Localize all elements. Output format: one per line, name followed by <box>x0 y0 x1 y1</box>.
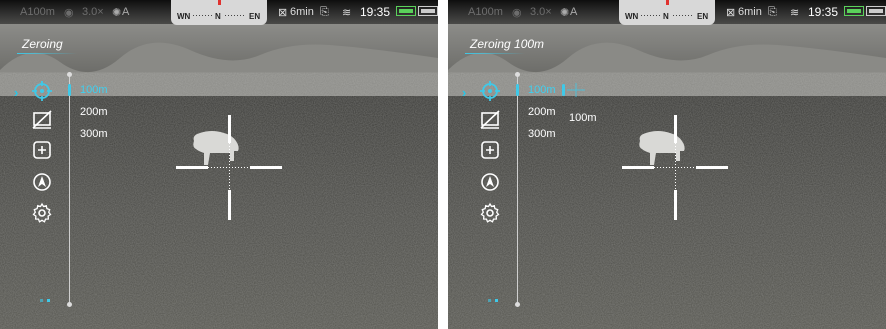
selected-distance-bar <box>68 84 71 96</box>
menu-selection-arrow: › <box>14 85 19 100</box>
gear-icon[interactable] <box>30 201 54 225</box>
selected-distance-bar <box>516 84 519 96</box>
reticle-top-bar <box>228 115 231 143</box>
wild-boar-target <box>639 131 685 165</box>
mode-indicator: A <box>570 6 578 18</box>
target-crosshair-icon[interactable] <box>478 79 502 103</box>
distance-option-100m[interactable]: 100m <box>80 84 108 96</box>
mini-crosshair-icon <box>567 83 585 97</box>
add-icon[interactable] <box>478 138 502 162</box>
scale-top-dot <box>515 72 520 77</box>
distance-scale-line <box>69 74 70 304</box>
distance-option-200m[interactable]: 200m <box>80 106 108 118</box>
reticle-center-v <box>229 143 230 190</box>
record-time: 6min <box>738 6 762 18</box>
compass-left: WN <box>625 12 639 21</box>
wifi-icon: ≋ <box>342 7 352 19</box>
page-title: Zeroing 100m <box>470 37 545 51</box>
reticle-left-bar <box>176 166 208 169</box>
compass-marker <box>666 0 669 5</box>
reticle-bottom-bar <box>674 190 677 220</box>
compass-right: EN <box>697 12 709 21</box>
clock: 19:35 <box>360 5 391 19</box>
distance-scale-line <box>517 74 518 304</box>
reticle-bottom-bar <box>228 190 231 220</box>
wild-boar-target <box>193 131 239 165</box>
zoom-level: 3.0× <box>530 6 552 18</box>
mode-indicator: A <box>122 6 130 18</box>
wifi-icon: ≋ <box>790 7 800 19</box>
scale-bottom-dot <box>515 302 520 307</box>
distance-option-300m[interactable]: 300m <box>528 128 556 140</box>
reticle-center-v <box>675 143 676 190</box>
compass-marker <box>218 0 221 5</box>
compass-center: N <box>663 12 669 21</box>
distance-option-200m[interactable]: 200m <box>528 106 556 118</box>
page-title: Zeroing <box>22 37 63 51</box>
menu-selection-arrow: › <box>462 85 467 100</box>
reticle-right-bar <box>696 166 728 169</box>
navigation-icon[interactable] <box>478 170 502 194</box>
storage-icon: ⎘ <box>768 6 777 18</box>
battery-icon <box>844 6 864 16</box>
brightness-icon: ✺ <box>112 7 122 19</box>
display-off-icon[interactable] <box>478 108 502 132</box>
distance-option-100m[interactable]: 100m <box>528 84 556 96</box>
compass-right: EN <box>249 12 261 21</box>
compass-left: WN <box>177 12 191 21</box>
compass: WN N EN <box>171 0 267 25</box>
reticle-right-bar <box>250 166 282 169</box>
status-bar: A100m ◉ 3.0× ✺ A WN N EN ⊠ 6min ⎘ ≋ 19:3… <box>448 0 886 25</box>
reticle-left-bar <box>622 166 654 169</box>
page-indicator-dot <box>488 299 491 302</box>
submenu-selected-bar <box>562 84 565 96</box>
battery-icon <box>396 6 416 16</box>
page-indicator-dot-active <box>495 299 498 302</box>
record-time: 6min <box>290 6 314 18</box>
distance-option-300m[interactable]: 300m <box>80 128 108 140</box>
record-icon: ⊠ <box>726 7 736 19</box>
gear-icon[interactable] <box>478 201 502 225</box>
zoom-level: 3.0× <box>82 6 104 18</box>
external-battery-icon <box>418 6 438 16</box>
compass-center: N <box>215 12 221 21</box>
record-icon: ⊠ <box>278 7 288 19</box>
navigation-icon[interactable] <box>30 170 54 194</box>
brightness-icon: ✺ <box>560 7 570 19</box>
eye-icon: ◉ <box>512 7 522 19</box>
scale-top-dot <box>67 72 72 77</box>
storage-icon: ⎘ <box>320 6 329 18</box>
eye-icon: ◉ <box>64 7 74 19</box>
reticle-top-bar <box>674 115 677 143</box>
display-off-icon[interactable] <box>30 108 54 132</box>
range-indicator: A100m <box>20 6 55 18</box>
zero-distance-label: 100m <box>569 112 597 124</box>
range-indicator: A100m <box>468 6 503 18</box>
status-bar: A100m ◉ 3.0× ✺ A WN N EN ⊠ 6min ⎘ ≋ 19:3… <box>0 0 438 25</box>
thermal-view-zeroing-100m: A100m ◉ 3.0× ✺ A WN N EN ⊠ 6min ⎘ ≋ 19:3… <box>448 0 886 329</box>
thermal-view-zeroing: A100m ◉ 3.0× ✺ A WN N EN ⊠ 6min ⎘ ≋ 19:3… <box>0 0 438 329</box>
scale-bottom-dot <box>67 302 72 307</box>
external-battery-icon <box>866 6 886 16</box>
clock: 19:35 <box>808 5 839 19</box>
title-underline <box>465 53 525 54</box>
target-crosshair-icon[interactable] <box>30 79 54 103</box>
page-indicator-dot <box>40 299 43 302</box>
add-icon[interactable] <box>30 138 54 162</box>
page-indicator-dot-active <box>47 299 50 302</box>
compass: WN N EN <box>619 0 715 25</box>
title-underline <box>17 53 77 54</box>
